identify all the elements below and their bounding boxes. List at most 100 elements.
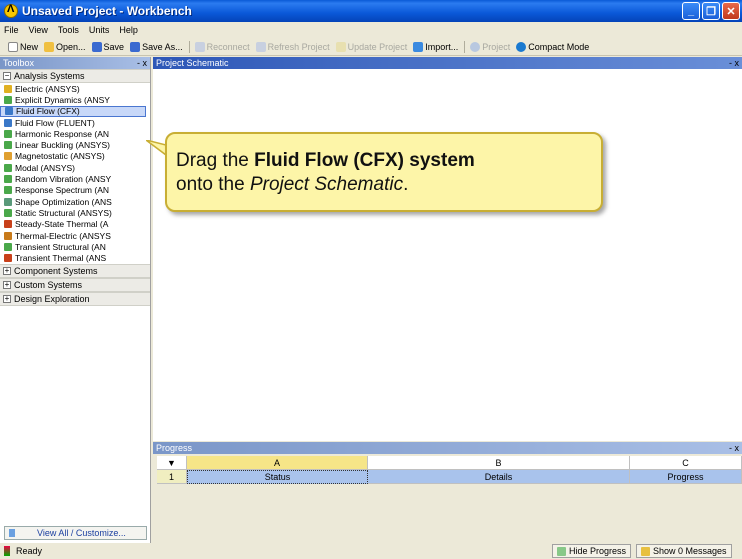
project-icon xyxy=(470,41,481,52)
group-component-systems[interactable]: + Component Systems xyxy=(0,263,150,278)
toolbox-item-label: Response Spectrum (AN xyxy=(15,185,110,196)
status-cell[interactable]: Status xyxy=(187,470,368,484)
column-header-a[interactable]: A xyxy=(187,456,368,470)
system-icon xyxy=(4,220,12,229)
menu-units[interactable]: Units xyxy=(89,25,110,35)
expand-icon: + xyxy=(3,293,11,303)
progress-table: ▼ A B C 1 Status Details Progress xyxy=(157,456,742,484)
column-header-c[interactable]: C xyxy=(630,456,742,470)
table-row: 1 Status Details Progress xyxy=(157,470,742,484)
toolbox-item-label: Fluid Flow (CFX) xyxy=(16,106,80,117)
project-button[interactable]: Project xyxy=(470,41,510,52)
show-messages-button[interactable]: Show 0 Messages xyxy=(636,544,732,558)
toolbox-item[interactable]: Fluid Flow (CFX) xyxy=(0,105,146,117)
group-custom-systems[interactable]: + Custom Systems xyxy=(0,277,150,292)
window-controls: _ ❐ ✕ xyxy=(682,2,740,20)
toolbox-header: Toolbox - x xyxy=(0,57,150,69)
new-button[interactable]: New xyxy=(8,41,38,52)
toolbox-item[interactable]: Explicit Dynamics (ANSY xyxy=(0,94,150,105)
schematic-pane-controls[interactable]: - x xyxy=(729,58,742,68)
system-icon xyxy=(4,254,12,263)
progress-cell[interactable]: Progress xyxy=(630,470,742,484)
toolbox-item[interactable]: Fluid Flow (FLUENT) xyxy=(0,117,150,128)
toolbox-item[interactable]: Steady-State Thermal (A xyxy=(0,219,150,230)
callout-prefix: Drag the xyxy=(176,150,255,171)
progress-icon xyxy=(557,546,566,556)
folder-icon xyxy=(44,41,55,52)
chevron-down-icon: ▼ xyxy=(167,457,176,468)
toolbox-item[interactable]: Thermal-Electric (ANSYS xyxy=(0,230,150,241)
schematic-title: Project Schematic xyxy=(156,58,229,68)
hide-progress-button[interactable]: Hide Progress xyxy=(552,544,632,558)
menu-view[interactable]: View xyxy=(29,25,48,35)
group-analysis-systems[interactable]: − Analysis Systems xyxy=(0,69,150,83)
toolbox-item-label: Explicit Dynamics (ANSY xyxy=(15,94,110,105)
workbench-window: Unsaved Project - Workbench _ ❐ ✕ File V… xyxy=(0,0,742,559)
view-all-customize-button[interactable]: View All / Customize... xyxy=(4,526,147,540)
system-icon xyxy=(4,152,12,161)
system-icon xyxy=(4,175,12,184)
toolbox-item[interactable]: Electric (ANSYS) xyxy=(0,83,150,94)
toolbox-pane-controls[interactable]: - x xyxy=(137,58,150,68)
compact-mode-icon xyxy=(516,41,527,52)
update-icon xyxy=(335,41,346,52)
save-button[interactable]: Save xyxy=(91,41,124,52)
toolbox-item-label: Random Vibration (ANSY xyxy=(15,174,112,185)
toolbox-item[interactable]: Transient Structural (AN xyxy=(0,241,150,252)
toolbox-item-label: Linear Buckling (ANSYS) xyxy=(15,140,110,151)
ansys-logo-icon xyxy=(4,3,18,18)
window-title: Unsaved Project - Workbench xyxy=(22,4,192,18)
toolbox-item-label: Electric (ANSYS) xyxy=(15,83,80,94)
row-index: 1 xyxy=(157,470,187,484)
toolbox-item[interactable]: Random Vibration (ANSY xyxy=(0,173,150,184)
menu-bar: File View Tools Units Help xyxy=(0,22,742,38)
reconnect-button[interactable]: Reconnect xyxy=(194,41,250,52)
toolbox-item[interactable]: Linear Buckling (ANSYS) xyxy=(0,139,150,150)
system-icon xyxy=(4,231,12,240)
menu-file[interactable]: File xyxy=(4,25,19,35)
refresh-project-button[interactable]: Refresh Project xyxy=(255,41,330,52)
toolbox-item[interactable]: Transient Thermal (ANS xyxy=(0,252,150,263)
collapse-icon: − xyxy=(3,71,11,80)
system-icon xyxy=(5,107,13,116)
filter-icon xyxy=(9,529,15,537)
progress-header: Progress - x xyxy=(153,442,742,454)
callout-italic: Project Schematic xyxy=(249,174,404,195)
system-icon xyxy=(4,163,12,172)
details-cell[interactable]: Details xyxy=(368,470,630,484)
progress-pane-controls[interactable]: - x xyxy=(729,443,742,453)
maximize-button[interactable]: ❐ xyxy=(702,2,720,20)
toolbox-pane: Toolbox - x − Analysis Systems Electric … xyxy=(0,57,151,543)
system-icon xyxy=(4,84,12,93)
toolbox-item-label: Thermal-Electric (ANSYS xyxy=(15,230,111,241)
group-design-exploration[interactable]: + Design Exploration xyxy=(0,291,150,306)
system-icon xyxy=(4,118,12,127)
toolbox-title: Toolbox xyxy=(3,58,35,68)
system-icon xyxy=(4,197,12,206)
reconnect-icon xyxy=(194,41,205,52)
toolbox-item[interactable]: Harmonic Response (AN xyxy=(0,128,150,139)
save-as-button[interactable]: Save As... xyxy=(130,41,183,52)
menu-tools[interactable]: Tools xyxy=(58,25,79,35)
open-button[interactable]: Open... xyxy=(44,41,86,52)
compact-mode-button[interactable]: Compact Mode xyxy=(516,41,589,52)
project-schematic-pane[interactable]: Project Schematic - x xyxy=(153,57,742,441)
minimize-button[interactable]: _ xyxy=(682,2,700,20)
system-icon xyxy=(4,186,12,195)
status-text: Ready xyxy=(16,546,43,556)
row-selector-header[interactable]: ▼ xyxy=(157,456,187,470)
update-project-button[interactable]: Update Project xyxy=(335,41,407,52)
toolbox-item[interactable]: Shape Optimization (ANS xyxy=(0,196,150,207)
column-header-b[interactable]: B xyxy=(368,456,630,470)
menu-help[interactable]: Help xyxy=(119,25,138,35)
toolbox-item[interactable]: Response Spectrum (AN xyxy=(0,185,150,196)
system-icon xyxy=(4,208,12,217)
toolbox-item[interactable]: Modal (ANSYS) xyxy=(0,162,150,173)
import-button[interactable]: Import... xyxy=(413,41,458,52)
instruction-callout: Drag the Fluid Flow (CFX) system onto th… xyxy=(165,132,603,212)
analysis-systems-list: Electric (ANSYS) Explicit Dynamics (ANSY F… xyxy=(0,83,150,264)
toolbox-item[interactable]: Magnetostatic (ANSYS) xyxy=(0,151,150,162)
toolbox-item[interactable]: Static Structural (ANSYS) xyxy=(0,207,150,218)
close-button[interactable]: ✕ xyxy=(722,2,740,20)
system-icon xyxy=(4,141,12,150)
